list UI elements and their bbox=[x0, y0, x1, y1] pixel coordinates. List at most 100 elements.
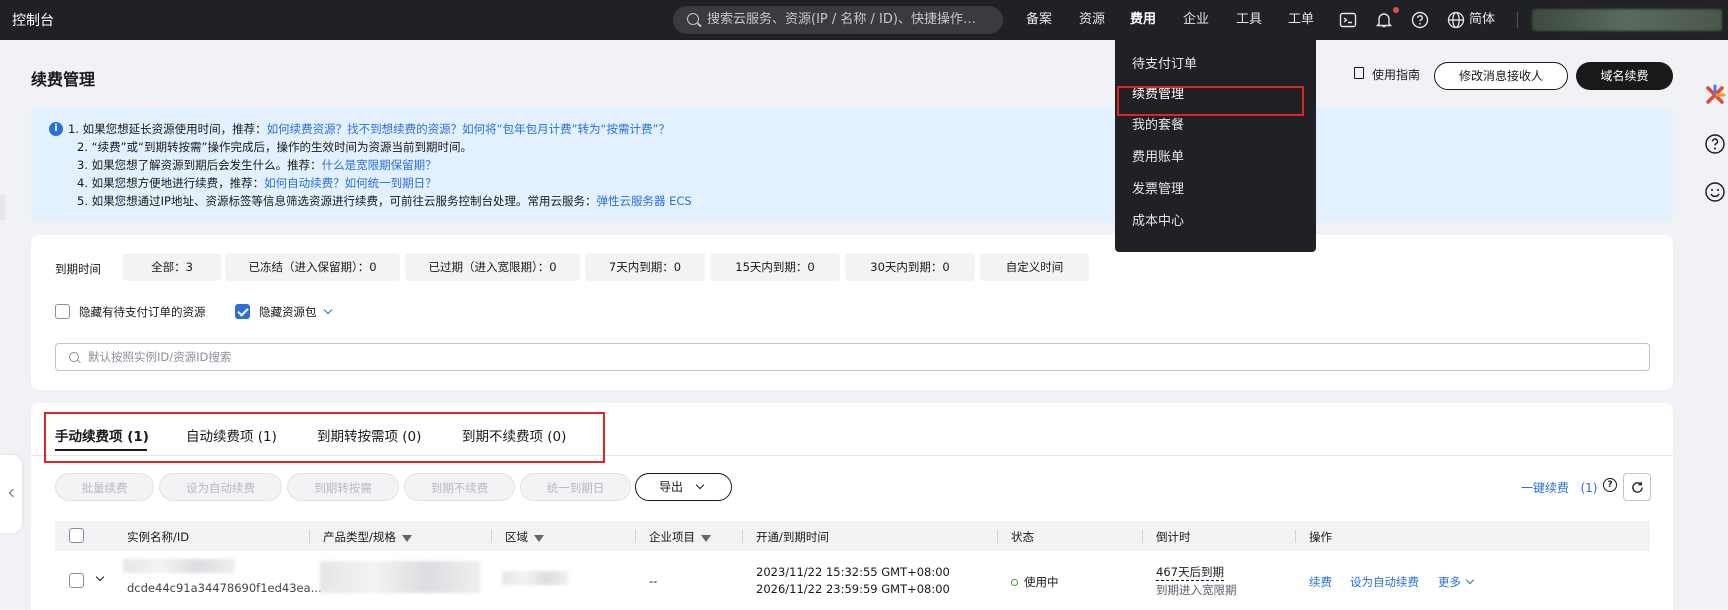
modify-receiver-button[interactable]: 修改消息接收人 bbox=[1434, 62, 1568, 90]
table-header: 实例名称/ID 产品类型/规格 区域 企业项目 开通/到期时间 状态 倒计时 操… bbox=[55, 521, 1650, 551]
set-auto-renew-button[interactable]: 设为自动续费 bbox=[159, 473, 282, 501]
menu-item-packages[interactable]: 我的套餐 bbox=[1132, 114, 1184, 133]
filter-icon[interactable] bbox=[401, 535, 412, 542]
unify-expiry-button[interactable]: 统一到期日 bbox=[520, 473, 631, 501]
checkbox-checked[interactable] bbox=[235, 304, 250, 319]
status-ok-icon bbox=[1011, 579, 1018, 586]
page-title: 续费管理 bbox=[31, 70, 96, 89]
chevron-down-icon bbox=[695, 480, 705, 490]
countdown-note: 到期进入宽限期 bbox=[1156, 583, 1237, 597]
menu-item-invoices[interactable]: 发票管理 bbox=[1132, 178, 1184, 197]
user-guide-label: 使用指南 bbox=[1372, 68, 1421, 82]
chip-30-days[interactable]: 30天内到期：0 bbox=[845, 253, 975, 281]
help-icon[interactable] bbox=[1411, 11, 1429, 29]
th-enterprise-project[interactable]: 企业项目 bbox=[649, 529, 711, 545]
th-region[interactable]: 区域 bbox=[505, 529, 544, 545]
nav-resources[interactable]: 资源 bbox=[1079, 0, 1105, 40]
renew-help-link[interactable]: 如何续费资源？找不到想续费的资源？如何将“包年包月计费”转为“按需计费”？ bbox=[267, 122, 670, 136]
export-button[interactable]: 导出 bbox=[635, 473, 732, 501]
th-time: 开通/到期时间 bbox=[756, 530, 829, 544]
sidebar-toggle[interactable] bbox=[0, 455, 22, 533]
filter-icon[interactable] bbox=[534, 535, 544, 542]
chevron-down-icon[interactable] bbox=[323, 305, 332, 315]
hide-pending-checkbox[interactable]: 隐藏有待支付订单的资源 bbox=[55, 304, 206, 320]
hide-package-checkbox[interactable]: 隐藏资源包 bbox=[235, 304, 332, 320]
info-line-4: 4. 如果您想方便地进行续费，推荐：如何自动续费？如何统一到期日？ bbox=[77, 175, 437, 191]
nav-billing[interactable]: 费用 bbox=[1130, 0, 1156, 40]
menu-item-bills[interactable]: 费用账单 bbox=[1132, 146, 1184, 165]
user-guide-link[interactable]: 使用指南 bbox=[1352, 66, 1420, 83]
row-checkbox[interactable] bbox=[69, 573, 84, 588]
console-logo[interactable]: 控制台 bbox=[12, 10, 54, 30]
ai-assistant-icon[interactable] bbox=[1704, 84, 1726, 106]
chip-custom-time[interactable]: 自定义时间 bbox=[980, 253, 1089, 281]
one-click-renew-link[interactable]: 一键续费 (1) bbox=[1521, 479, 1597, 496]
th-instance: 实例名称/ID bbox=[127, 530, 190, 544]
chip-7-days[interactable]: 7天内到期：0 bbox=[585, 253, 705, 281]
chip-15-days[interactable]: 15天内到期：0 bbox=[710, 253, 840, 281]
resource-search-input[interactable]: 默认按照实例ID/资源ID搜索 bbox=[55, 343, 1650, 371]
no-renew-button[interactable]: 到期不续费 bbox=[404, 473, 515, 501]
to-pay-per-use-button[interactable]: 到期转按需 bbox=[287, 473, 399, 501]
feedback-smile-icon[interactable] bbox=[1704, 181, 1726, 203]
instance-name-blurred[interactable] bbox=[123, 559, 235, 573]
select-all-checkbox[interactable] bbox=[69, 528, 84, 543]
countdown-value[interactable]: 467天后到期 bbox=[1156, 564, 1224, 581]
menu-item-pending-orders[interactable]: 待支付订单 bbox=[1132, 53, 1197, 72]
nav-enterprise[interactable]: 企业 bbox=[1183, 0, 1209, 40]
th-separator bbox=[997, 530, 998, 543]
nav-tools[interactable]: 工具 bbox=[1236, 0, 1262, 40]
open-time: 2023/11/22 15:32:55 GMT+08:00 bbox=[756, 565, 950, 579]
help-question-icon[interactable] bbox=[1704, 133, 1726, 155]
info-line-5-text: 5. 如果您想通过IP地址、资源标签等信息筛选资源进行续费，可前往云服务控制台处… bbox=[77, 194, 597, 208]
account-name-blurred[interactable] bbox=[1532, 9, 1722, 31]
help-circle-icon[interactable]: ? bbox=[1603, 478, 1617, 492]
document-icon bbox=[1354, 67, 1364, 79]
info-line-2: 2. “续费”或“到期转按需”操作完成后，操作的生效时间为资源当前到期时间。 bbox=[77, 140, 472, 154]
chip-frozen[interactable]: 已冻结（进入保留期）：0 bbox=[225, 253, 400, 281]
chip-expired[interactable]: 已过期（进入宽限期）：0 bbox=[405, 253, 580, 281]
status-cell: 使用中 bbox=[1011, 574, 1059, 590]
nav-beian[interactable]: 备案 bbox=[1026, 0, 1052, 40]
globe-icon[interactable] bbox=[1447, 11, 1465, 29]
menu-item-cost-center[interactable]: 成本中心 bbox=[1132, 210, 1184, 229]
filter-icon[interactable] bbox=[701, 535, 711, 542]
enterprise-project-value: -- bbox=[649, 574, 658, 588]
chip-all[interactable]: 全部：3 bbox=[123, 253, 221, 281]
nav-tickets[interactable]: 工单 bbox=[1288, 0, 1314, 40]
th-status: 状态 bbox=[1011, 530, 1034, 544]
highlight-menu-item bbox=[1117, 86, 1304, 116]
global-search-input[interactable]: 搜索云服务、资源(IP / 名称 / ID)、快捷操作… bbox=[673, 6, 1003, 34]
top-bar: 控制台 搜索云服务、资源(IP / 名称 / ID)、快捷操作… 备案 资源 费… bbox=[0, 0, 1728, 40]
batch-renew-button[interactable]: 批量续费 bbox=[55, 473, 154, 501]
language-switch[interactable]: 简体 bbox=[1469, 0, 1495, 40]
terminal-icon[interactable] bbox=[1339, 11, 1357, 29]
expand-row-icon[interactable] bbox=[95, 572, 105, 582]
checkbox-unchecked[interactable] bbox=[55, 304, 70, 319]
set-auto-renew-link[interactable]: 设为自动续费 bbox=[1350, 574, 1419, 590]
info-icon: i bbox=[49, 122, 63, 136]
product-spec-blurred bbox=[320, 561, 480, 593]
ecs-link[interactable]: 弹性云服务器 ECS bbox=[596, 194, 691, 208]
more-ops-link[interactable]: 更多 bbox=[1438, 574, 1475, 590]
hide-package-label: 隐藏资源包 bbox=[259, 305, 317, 319]
more-label: 更多 bbox=[1438, 575, 1461, 589]
notification-bell-icon[interactable] bbox=[1375, 11, 1393, 29]
resource-search-placeholder: 默认按照实例ID/资源ID搜索 bbox=[88, 350, 232, 364]
th-product[interactable]: 产品类型/规格 bbox=[323, 529, 412, 545]
status-label: 使用中 bbox=[1024, 575, 1059, 589]
billing-dropdown-menu: 待支付订单 续费管理 我的套餐 费用账单 发票管理 成本中心 bbox=[1115, 40, 1316, 252]
info-line-5: 5. 如果您想通过IP地址、资源标签等信息筛选资源进行续费，可前往云服务控制台处… bbox=[77, 193, 692, 209]
refresh-button[interactable] bbox=[1623, 473, 1651, 501]
info-notice: i 1. 如果您想延长资源使用时间，推荐：如何续费资源？找不到想续费的资源？如何… bbox=[31, 108, 1673, 222]
instance-id: dcde44c91a34478690f1ed43ea... bbox=[127, 581, 322, 595]
renew-link[interactable]: 续费 bbox=[1309, 574, 1332, 590]
auto-renew-link[interactable]: 如何自动续费？如何统一到期日？ bbox=[264, 176, 437, 190]
grace-period-link[interactable]: 什么是宽限期保留期？ bbox=[322, 158, 437, 172]
topbar-divider bbox=[1517, 12, 1518, 28]
info-line-3: 3. 如果您想了解资源到期后会发生什么。推荐：什么是宽限期保留期？ bbox=[77, 157, 437, 173]
th-enterprise-label: 企业项目 bbox=[649, 530, 695, 544]
th-separator bbox=[1295, 530, 1296, 543]
left-edge-marker bbox=[0, 195, 5, 220]
domain-renew-button[interactable]: 域名续费 bbox=[1576, 62, 1673, 90]
